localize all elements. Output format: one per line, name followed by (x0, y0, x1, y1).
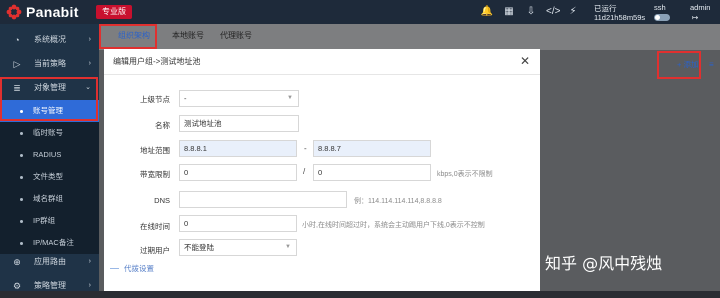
protocol-label: ssh (654, 3, 666, 12)
filter-icon[interactable]: ≡ (709, 60, 714, 69)
dns-label: DNS (154, 196, 170, 205)
online-time-input[interactable]: 0 (179, 215, 297, 232)
sub-item-radius[interactable]: RADIUS (0, 144, 99, 166)
play-icon: ▷ (13, 59, 21, 69)
sub-item-label: IP群组 (33, 216, 56, 225)
sidebar-item-label: 系统概况 (34, 35, 66, 44)
expired-user-select[interactable]: 不能登陆 ▼ (179, 239, 297, 256)
chevron-right-icon: › (88, 36, 91, 43)
sidebar-item-label: 应用路由 (34, 257, 66, 266)
tab-bar: 组织架构 本地账号 代理账号 (99, 24, 720, 50)
sub-item-temp-accounts[interactable]: 临时账号 (0, 122, 99, 144)
highlight-box (657, 51, 701, 79)
grid-icon[interactable]: ▦ (502, 5, 516, 19)
tab-proxy-accounts[interactable]: 代理账号 (211, 24, 261, 48)
name-input[interactable]: 测试地址池 (179, 115, 299, 132)
modal-title: 编辑用户组->测试地址池 (113, 57, 201, 66)
highlight-box (99, 24, 157, 49)
name-label: 名称 (155, 121, 170, 130)
top-bar: Panabit 专业版 🔔 ▦ ⇩ </> ⚡ 已运行 11d21h58m59s… (0, 0, 720, 24)
highlight-box (0, 77, 98, 121)
sidebar-item-app-routing[interactable]: ⊕ 应用路由 › (0, 250, 99, 274)
expired-user-label: 过期用户 (140, 246, 170, 255)
edition-badge: 专业版 (96, 5, 132, 19)
logo-icon (6, 4, 22, 20)
bandwidth-hint: kbps,0表示不限制 (437, 171, 493, 178)
watermark: 知乎 @风中残烛 (545, 254, 663, 273)
sub-item-ip-groups[interactable]: IP群组 (0, 210, 99, 232)
advanced-section-toggle[interactable]: 代拨设置 (110, 263, 198, 273)
logo[interactable]: Panabit (6, 3, 92, 21)
chevron-right-icon: › (88, 282, 91, 289)
sidebar-item-policy-mgmt[interactable]: ⚙ 策略管理 › (0, 274, 99, 298)
expired-user-value: 不能登陆 (184, 243, 214, 252)
modal-header: 编辑用户组->测试地址池 ✕ (104, 49, 540, 75)
chevron-down-icon: ▼ (285, 244, 291, 250)
dns-hint: 例：114.114.114.114,8.8.8.8 (354, 198, 442, 205)
dns-input[interactable] (179, 191, 347, 208)
online-time-label: 在线时间 (140, 222, 170, 231)
sidebar-item-policy[interactable]: ▷ 当前策略 › (0, 52, 99, 76)
chevron-down-icon: ▼ (287, 95, 293, 101)
sidebar-item-overview[interactable]: ◔ 系统概况 › (0, 28, 99, 52)
sidebar-item-label: 当前策略 (34, 59, 66, 68)
sub-item-label: 域名群组 (33, 194, 63, 203)
uptime-value: 11d21h58m59s (594, 13, 646, 22)
sub-item-label: RADIUS (33, 150, 62, 159)
online-time-hint: 小时,在线时间超过时，系统会主动踢用户下线,0表示不控制 (302, 222, 485, 229)
sidebar: ◔ 系统概况 › ▷ 当前策略 › ≣ 对象管理 ⌄ 账号管理 临时账号 RAD… (0, 24, 99, 291)
lightning-icon[interactable]: ⚡ (566, 5, 580, 19)
parent-node-select[interactable]: - ▼ (179, 90, 299, 107)
chevron-right-icon: › (88, 60, 91, 67)
sub-item-label: 文件类型 (33, 172, 63, 181)
globe-icon: ⊕ (13, 257, 21, 267)
user-name[interactable]: admin (690, 3, 710, 12)
advanced-section-label: 代拨设置 (124, 264, 154, 273)
sub-item-domain-groups[interactable]: 域名群组 (0, 188, 99, 210)
bandwidth-up-input[interactable]: 0 (179, 164, 297, 181)
parent-node-label: 上级节点 (140, 95, 170, 104)
parent-node-value: - (184, 94, 187, 103)
range-separator: - (304, 144, 307, 153)
logout-icon[interactable]: ↦ (692, 13, 698, 22)
range-end-input[interactable]: 8.8.8.7 (313, 140, 431, 157)
close-icon[interactable]: ✕ (520, 54, 530, 68)
bell-icon[interactable]: 🔔 (480, 5, 494, 19)
address-range-label: 地址范围 (140, 146, 170, 155)
tab-local-accounts[interactable]: 本地账号 (163, 24, 213, 48)
logo-text: Panabit (26, 4, 79, 20)
bandwidth-label: 带宽限制 (140, 170, 170, 179)
code-icon[interactable]: </> (546, 5, 560, 19)
sidebar-item-label: 策略管理 (34, 281, 66, 290)
gauge-icon: ◔ (14, 35, 20, 45)
sub-item-label: 临时账号 (33, 128, 63, 137)
bandwidth-separator: / (303, 167, 306, 176)
bandwidth-down-input[interactable]: 0 (313, 164, 431, 181)
gear-icon: ⚙ (12, 281, 22, 291)
ssh-toggle[interactable] (654, 14, 670, 21)
chevron-right-icon: › (88, 258, 91, 265)
sub-item-file-types[interactable]: 文件类型 (0, 166, 99, 188)
download-icon[interactable]: ⇩ (524, 5, 538, 19)
range-start-input[interactable]: 8.8.8.1 (179, 140, 297, 157)
edit-group-modal: 编辑用户组->测试地址池 ✕ 上级节点 - ▼ 名称 测试地址池 地址范围 8.… (104, 49, 540, 291)
